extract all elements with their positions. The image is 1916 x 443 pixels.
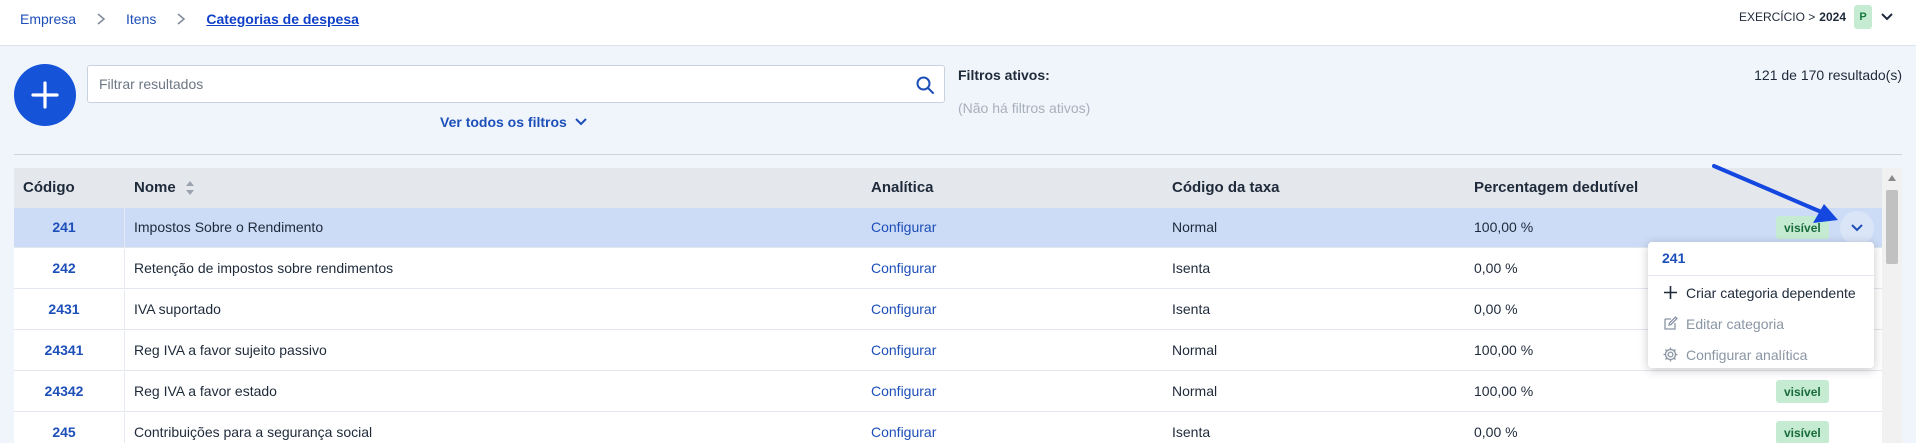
row-name: Retenção de impostos sobre rendimentos — [134, 260, 394, 276]
exercise-selector[interactable]: EXERCÍCIO > 2024 P — [1739, 5, 1894, 29]
breadcrumb-itens[interactable]: Itens — [126, 11, 156, 27]
column-divider — [124, 208, 125, 248]
table-row[interactable]: 24342 Reg IVA a favor estado Configurar … — [14, 372, 1882, 412]
row-name: IVA suportado — [134, 301, 221, 317]
breadcrumb-current[interactable]: Categorias de despesa — [206, 11, 359, 27]
configure-analytics-link[interactable]: Configurar — [871, 424, 936, 440]
table-header: Código Nome Analítica Código da taxa Per… — [14, 168, 1882, 208]
row-tax-code: Isenta — [1172, 424, 1211, 440]
column-divider — [124, 249, 125, 289]
add-button[interactable] — [14, 64, 76, 126]
row-name: Impostos Sobre o Rendimento — [134, 219, 324, 235]
row-tax-code: Isenta — [1172, 301, 1211, 317]
table-row[interactable]: 241 Impostos Sobre o Rendimento Configur… — [14, 208, 1882, 248]
search-box — [87, 65, 945, 103]
row-deductible: 0,00 % — [1474, 424, 1518, 440]
row-code[interactable]: 24341 — [14, 342, 114, 358]
row-deductible: 100,00 % — [1474, 383, 1534, 399]
menu-item-label: Configurar analítica — [1686, 346, 1808, 363]
configure-analytics-link[interactable]: Configurar — [871, 260, 936, 276]
header-deductible[interactable]: Percentagem dedutível — [1474, 179, 1638, 196]
status-badge: visível — [1776, 380, 1829, 403]
row-tax-code: Normal — [1172, 383, 1218, 399]
chevron-right-icon — [90, 13, 112, 25]
row-deductible: 100,00 % — [1474, 219, 1534, 235]
row-code[interactable]: 2431 — [14, 301, 114, 317]
scrollbar-thumb[interactable] — [1886, 190, 1898, 264]
table-row[interactable]: 245 Contribuições para a segurança socia… — [14, 413, 1882, 443]
gear-icon — [1663, 347, 1678, 362]
chevron-right-icon — [170, 13, 192, 25]
categories-table: Código Nome Analítica Código da taxa Per… — [14, 168, 1882, 443]
row-actions-menu: 241 Criar categoria dependente Editar ca… — [1648, 242, 1874, 368]
row-tax-code: Normal — [1172, 342, 1218, 358]
header-analytics[interactable]: Analítica — [871, 179, 934, 196]
menu-title: 241 — [1662, 250, 1686, 266]
column-divider — [124, 290, 125, 330]
scroll-up-arrow-icon[interactable] — [1882, 168, 1902, 188]
row-code[interactable]: 24342 — [14, 383, 114, 399]
header-tax-code[interactable]: Código da taxa — [1172, 179, 1280, 196]
row-deductible: 100,00 % — [1474, 342, 1534, 358]
plus-icon — [1664, 286, 1677, 299]
table-row[interactable]: 2431 IVA suportado Configurar Isenta 0,0… — [14, 290, 1882, 330]
configure-analytics-link[interactable]: Configurar — [871, 219, 936, 235]
result-count: 121 de 170 resultado(s) — [1754, 67, 1902, 83]
row-name: Contribuições para a segurança social — [134, 424, 373, 440]
breadcrumb-empresa[interactable]: Empresa — [20, 11, 76, 27]
divider — [14, 154, 1902, 155]
menu-item-edit[interactable]: Editar categoria — [1662, 315, 1784, 332]
row-code[interactable]: 242 — [14, 260, 114, 276]
row-code[interactable]: 241 — [14, 219, 114, 235]
menu-item-label: Editar categoria — [1686, 315, 1785, 332]
row-name: Reg IVA a favor estado — [134, 383, 277, 399]
exercise-badge: P — [1854, 5, 1872, 29]
annotation-arrow-icon — [1712, 164, 1838, 223]
menu-item-create-child[interactable]: Criar categoria dependente — [1662, 284, 1856, 301]
table-row[interactable]: 242 Retenção de impostos sobre rendiment… — [14, 249, 1882, 289]
row-deductible: 0,00 % — [1474, 260, 1518, 276]
status-badge: visível — [1776, 421, 1829, 443]
configure-analytics-link[interactable]: Configurar — [871, 383, 936, 399]
search-input[interactable] — [88, 66, 868, 102]
plus-icon — [31, 81, 59, 109]
row-tax-code: Normal — [1172, 219, 1218, 235]
header-code[interactable]: Código — [23, 179, 75, 196]
column-divider — [124, 331, 125, 371]
all-filters-toggle[interactable]: Ver todos os filtros — [440, 114, 588, 130]
sort-icon[interactable] — [185, 180, 195, 196]
active-filters-title: Filtros ativos: — [958, 67, 1050, 83]
header-name[interactable]: Nome — [134, 179, 195, 196]
active-filters-empty: (Não há filtros ativos) — [958, 100, 1091, 116]
row-deductible: 0,00 % — [1474, 301, 1518, 317]
edit-icon — [1664, 316, 1678, 330]
configure-analytics-link[interactable]: Configurar — [871, 301, 936, 317]
menu-item-label: Criar categoria dependente — [1686, 284, 1856, 301]
configure-analytics-link[interactable]: Configurar — [871, 342, 936, 358]
column-divider — [124, 372, 125, 412]
column-divider — [124, 413, 125, 443]
row-name: Reg IVA a favor sujeito passivo — [134, 342, 327, 358]
chevron-down-icon — [575, 118, 587, 126]
vertical-scrollbar[interactable] — [1882, 168, 1902, 443]
chevron-down-icon — [1851, 224, 1863, 232]
exercise-year: 2024 — [1819, 10, 1846, 24]
top-bar: Empresa Itens Categorias de despesa EXER… — [0, 0, 1916, 46]
chevron-down-icon[interactable] — [1880, 10, 1894, 24]
row-code[interactable]: 245 — [14, 424, 114, 440]
menu-divider — [1648, 275, 1874, 276]
menu-item-configure-analytics[interactable]: Configurar analítica — [1662, 346, 1807, 363]
search-icon[interactable] — [915, 75, 935, 95]
all-filters-label: Ver todos os filtros — [440, 114, 567, 130]
breadcrumb: Empresa Itens Categorias de despesa — [20, 11, 359, 27]
exercise-label: EXERCÍCIO > — [1738, 10, 1816, 24]
row-tax-code: Isenta — [1172, 260, 1211, 276]
table-row[interactable]: 24341 Reg IVA a favor sujeito passivo Co… — [14, 331, 1882, 371]
